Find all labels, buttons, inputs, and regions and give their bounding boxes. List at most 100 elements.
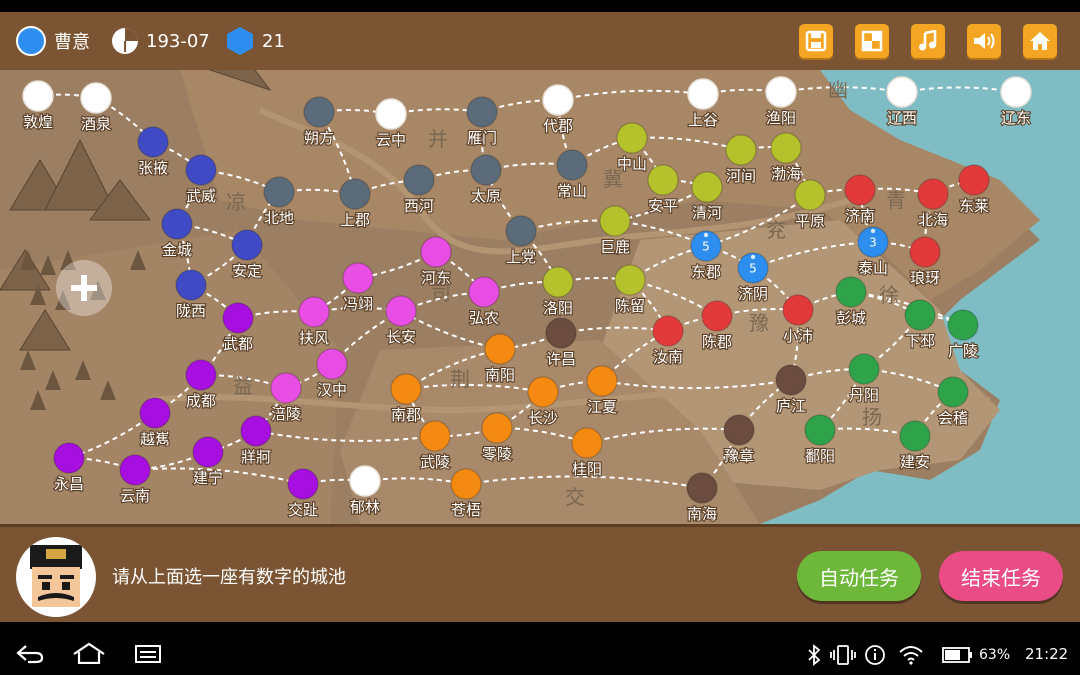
- city-marker[interactable]: [185, 359, 217, 391]
- city-marker[interactable]: [937, 376, 969, 408]
- city-上党[interactable]: 上党: [505, 215, 537, 267]
- city-marker[interactable]: [616, 122, 648, 154]
- city-汉中[interactable]: 汉中: [316, 348, 348, 400]
- city-陈留[interactable]: 陈留: [614, 264, 646, 316]
- city-零陵[interactable]: 零陵: [481, 412, 513, 464]
- city-常山[interactable]: 常山: [556, 149, 588, 201]
- end-task-button[interactable]: 结束任务: [939, 551, 1063, 601]
- city-鄱阳[interactable]: 鄱阳: [804, 414, 836, 466]
- city-涪陵[interactable]: 涪陵: [270, 372, 302, 424]
- city-marker[interactable]: [403, 164, 435, 196]
- city-下邳[interactable]: 下邳: [904, 299, 936, 351]
- city-泰山[interactable]: 3 泰山: [857, 226, 889, 278]
- city-永昌[interactable]: 永昌: [53, 442, 85, 494]
- city-河东[interactable]: 河东: [420, 236, 452, 288]
- city-南海[interactable]: 南海: [686, 472, 718, 524]
- city-琅玡[interactable]: 琅玡: [909, 236, 941, 288]
- city-金城[interactable]: 金城: [161, 208, 193, 260]
- city-牂牁[interactable]: 牂牁: [240, 415, 272, 467]
- home-nav-icon[interactable]: [72, 642, 106, 664]
- city-marker[interactable]: [947, 309, 979, 341]
- city-marker[interactable]: [770, 132, 802, 164]
- city-武陵[interactable]: 武陵: [419, 420, 451, 472]
- city-豫章[interactable]: 豫章: [723, 414, 755, 466]
- city-长沙[interactable]: 长沙: [527, 376, 559, 428]
- back-icon[interactable]: [16, 644, 44, 664]
- city-中山[interactable]: 中山: [616, 122, 648, 174]
- city-陈郡[interactable]: 陈郡: [701, 300, 733, 352]
- city-marker[interactable]: [270, 372, 302, 404]
- city-marker[interactable]: [80, 82, 112, 114]
- city-marker[interactable]: [794, 179, 826, 211]
- city-marker[interactable]: [484, 333, 516, 365]
- city-雁门[interactable]: 雁门: [466, 96, 498, 148]
- auto-task-button[interactable]: 自动任务: [797, 551, 921, 601]
- city-云中[interactable]: 云中: [375, 98, 407, 150]
- city-辽东[interactable]: 辽东: [1000, 76, 1032, 128]
- city-marker[interactable]: [545, 317, 577, 349]
- city-marker[interactable]: [385, 295, 417, 327]
- city-marker[interactable]: [614, 264, 646, 296]
- city-河间[interactable]: 河间: [725, 134, 757, 186]
- city-太原[interactable]: 太原: [470, 154, 502, 206]
- city-越嶲[interactable]: 越嶲: [139, 397, 171, 449]
- city-marker[interactable]: [342, 262, 374, 294]
- city-建宁[interactable]: 建宁: [192, 436, 224, 488]
- city-彭城[interactable]: 彭城: [835, 276, 867, 328]
- city-marker[interactable]: [542, 266, 574, 298]
- city-marker[interactable]: [958, 164, 990, 196]
- city-marker[interactable]: [765, 76, 797, 108]
- city-朔方[interactable]: 朔方: [303, 96, 335, 148]
- city-安平[interactable]: 安平: [647, 164, 679, 216]
- city-上郡[interactable]: 上郡: [339, 178, 371, 230]
- city-marker[interactable]: [375, 98, 407, 130]
- city-marker[interactable]: [527, 376, 559, 408]
- city-桂阳[interactable]: 桂阳: [571, 427, 603, 479]
- city-marker[interactable]: [137, 126, 169, 158]
- city-marker[interactable]: [844, 174, 876, 206]
- volume-button[interactable]: [967, 24, 1001, 58]
- city-广陵[interactable]: 广陵: [947, 309, 979, 361]
- city-marker[interactable]: [139, 397, 171, 429]
- city-南郡[interactable]: 南郡: [390, 373, 422, 425]
- city-西河[interactable]: 西河: [403, 164, 435, 216]
- music-button[interactable]: [911, 24, 945, 58]
- city-marker[interactable]: [723, 414, 755, 446]
- city-渤海[interactable]: 渤海: [770, 132, 802, 184]
- city-武都[interactable]: 武都: [222, 302, 254, 354]
- city-marker[interactable]: [542, 84, 574, 116]
- city-辽西[interactable]: 辽西: [886, 76, 918, 128]
- city-marker[interactable]: [53, 442, 85, 474]
- city-marker[interactable]: [586, 365, 618, 397]
- city-小沛[interactable]: 小沛: [782, 294, 814, 346]
- city-marker[interactable]: [263, 176, 295, 208]
- city-东莱[interactable]: 东莱: [958, 164, 990, 216]
- city-marker[interactable]: [481, 412, 513, 444]
- city-marker[interactable]: [686, 472, 718, 504]
- city-marker[interactable]: [316, 348, 348, 380]
- city-marker[interactable]: [175, 269, 207, 301]
- city-marker[interactable]: [420, 236, 452, 268]
- city-marker[interactable]: [298, 296, 330, 328]
- city-marker[interactable]: [691, 171, 723, 203]
- city-marker[interactable]: [339, 178, 371, 210]
- city-marker[interactable]: [804, 414, 836, 446]
- city-marker[interactable]: [556, 149, 588, 181]
- game-map[interactable]: 幽并凉冀青兖徐司豫益荆扬交 敦煌 酒泉 张掖 武威 北地 金城 安定 陇西 朔方 云中 雁门 代郡 上郡…: [0, 70, 1080, 524]
- save-button[interactable]: [799, 24, 833, 58]
- city-渔阳[interactable]: 渔阳: [765, 76, 797, 128]
- city-北地[interactable]: 北地: [263, 176, 295, 228]
- city-上谷[interactable]: 上谷: [687, 78, 719, 130]
- city-marker[interactable]: [782, 294, 814, 326]
- city-marker[interactable]: [835, 276, 867, 308]
- city-marker[interactable]: [450, 468, 482, 500]
- city-marker[interactable]: [349, 465, 381, 497]
- city-marker[interactable]: [222, 302, 254, 334]
- city-江夏[interactable]: 江夏: [586, 365, 618, 417]
- recent-apps-icon[interactable]: [134, 644, 162, 664]
- city-marker[interactable]: [185, 154, 217, 186]
- city-marker[interactable]: [886, 76, 918, 108]
- city-平原[interactable]: 平原: [794, 179, 826, 231]
- city-marker[interactable]: [22, 80, 54, 112]
- city-苍梧[interactable]: 苍梧: [450, 468, 482, 520]
